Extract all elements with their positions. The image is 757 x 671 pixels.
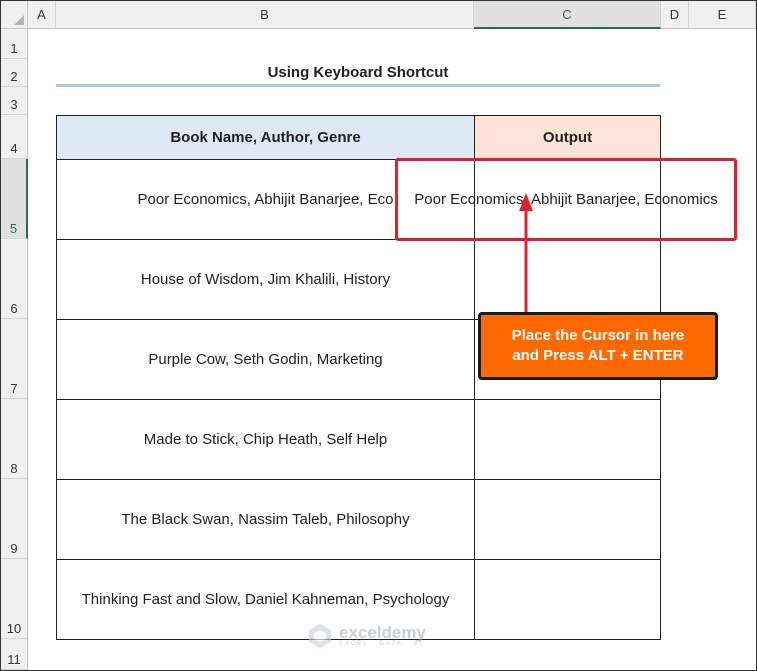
cell-b9[interactable]: The Black Swan, Nassim Taleb, Philosophy xyxy=(56,479,475,560)
cell-c8[interactable] xyxy=(474,399,661,480)
row-header-6[interactable]: 6 xyxy=(1,239,28,319)
row-header-10[interactable]: 10 xyxy=(1,559,28,639)
row-header-4[interactable]: 4 xyxy=(1,115,28,159)
spreadsheet-window: A B C D E 1 2 3 4 5 6 7 8 9 10 11 Using … xyxy=(0,0,757,671)
column-header-e[interactable]: E xyxy=(689,1,756,29)
watermark-name: exceldemy xyxy=(339,623,426,642)
column-header-c[interactable]: C xyxy=(474,1,661,29)
pointer-arrow-icon xyxy=(519,193,533,314)
cell-c9[interactable] xyxy=(474,479,661,560)
cell-b7[interactable]: Purple Cow, Seth Godin, Marketing xyxy=(56,319,475,400)
row-header-5[interactable]: 5 xyxy=(1,159,28,239)
sheet-title: Using Keyboard Shortcut xyxy=(56,59,660,87)
row-header-9[interactable]: 9 xyxy=(1,479,28,559)
cell-c6[interactable] xyxy=(474,239,661,320)
watermark-tagline: EXCEL · DATA · BI xyxy=(339,641,424,647)
select-all-triangle-icon xyxy=(14,15,24,25)
row-header-8[interactable]: 8 xyxy=(1,399,28,479)
instruction-callout: Place the Cursor in here and Press ALT +… xyxy=(478,312,718,380)
column-header-a[interactable]: A xyxy=(28,1,56,29)
column-header-b[interactable]: B xyxy=(56,1,474,29)
column-header-d[interactable]: D xyxy=(661,1,689,29)
exceldemy-watermark: exceldemy EXCEL · DATA · BI xyxy=(307,623,426,649)
cell-b8[interactable]: Made to Stick, Chip Heath, Self Help xyxy=(56,399,475,480)
cell-c10[interactable] xyxy=(474,559,661,640)
row-header-2[interactable]: 2 xyxy=(1,59,28,87)
output-highlight-box xyxy=(395,158,737,241)
select-all-corner[interactable] xyxy=(1,1,28,29)
table-header-book[interactable]: Book Name, Author, Genre xyxy=(56,115,475,160)
row-header-7[interactable]: 7 xyxy=(1,319,28,399)
exceldemy-logo-icon xyxy=(309,624,331,648)
row-header-3[interactable]: 3 xyxy=(1,87,28,115)
row-header-11[interactable]: 11 xyxy=(1,639,28,670)
table-header-output[interactable]: Output xyxy=(474,115,661,160)
row-header-1[interactable]: 1 xyxy=(1,29,28,59)
cell-b6[interactable]: House of Wisdom, Jim Khalili, History xyxy=(56,239,475,320)
